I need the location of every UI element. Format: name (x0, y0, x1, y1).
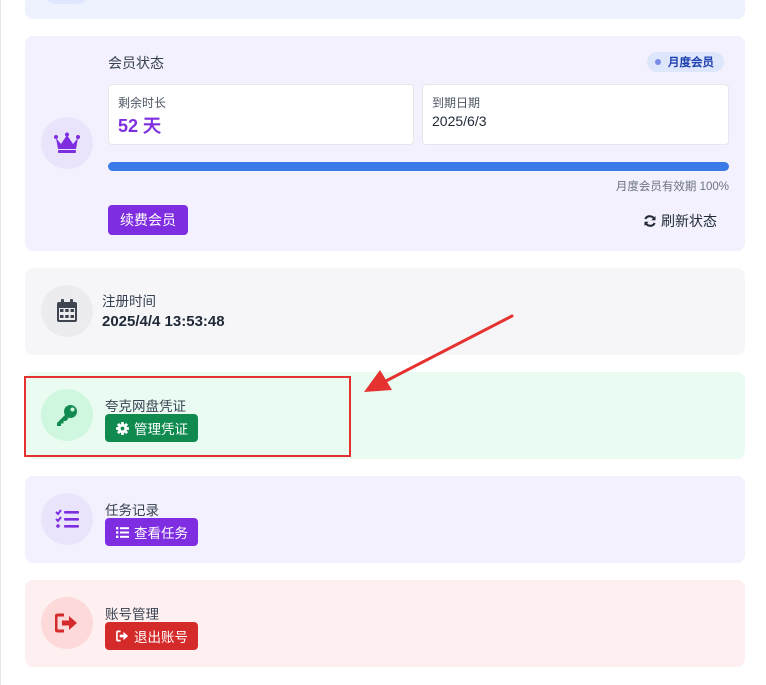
task-record-card: 任务记录 查看任务 (25, 476, 745, 563)
view-tasks-button[interactable]: 查看任务 (105, 518, 198, 546)
logout-button-icon (116, 630, 129, 642)
membership-badge: 月度会员 (647, 52, 724, 72)
view-tasks-label: 查看任务 (134, 526, 188, 541)
register-time-value: 2025/4/4 13:53:48 (102, 313, 225, 330)
page-edge (0, 0, 1, 685)
account-management-label: 账号管理 (105, 607, 159, 622)
renew-button-label: 续费会员 (120, 212, 176, 228)
remaining-time-label: 剩余时长 (118, 96, 167, 110)
refresh-button-label: 刷新状态 (661, 213, 717, 229)
calendar-icon-circle (41, 285, 93, 337)
membership-title: 会员状态 (108, 55, 164, 71)
logout-button[interactable]: 退出账号 (105, 622, 198, 650)
membership-card: 会员状态 月度会员 剩余时长 52 天 到期日期 2025/6/3 月度会员有效… (25, 36, 745, 251)
task-list-icon-circle (41, 493, 93, 545)
badge-dot (655, 59, 661, 65)
annotation-highlight-box (24, 376, 351, 457)
previous-card-icon-circle (43, 0, 91, 4)
membership-progress-fill (108, 162, 729, 171)
remaining-time-value: 52 天 (118, 116, 162, 136)
task-list-icon (55, 509, 79, 528)
account-management-card: 账号管理 退出账号 (25, 580, 745, 667)
task-record-label: 任务记录 (105, 503, 159, 518)
crown-icon (54, 132, 80, 153)
calendar-icon (57, 299, 77, 322)
expiry-date-label: 到期日期 (432, 96, 481, 110)
renew-membership-button[interactable]: 续费会员 (108, 205, 188, 235)
refresh-icon (644, 215, 656, 227)
logout-icon-circle (41, 597, 93, 649)
membership-progress-text: 月度会员有效期 100% (615, 181, 729, 193)
expiry-date-value: 2025/6/3 (432, 113, 487, 129)
crown-icon-circle (41, 117, 93, 169)
badge-label: 月度会员 (668, 57, 714, 69)
logout-label: 退出账号 (134, 630, 188, 645)
register-time-label: 注册时间 (102, 294, 156, 309)
previous-card (25, 0, 745, 19)
remaining-time-box: 剩余时长 52 天 (108, 84, 414, 145)
logout-icon (55, 613, 77, 633)
expiry-date-box: 到期日期 2025/6/3 (422, 84, 729, 145)
annotation-arrow (364, 314, 514, 392)
refresh-status-button[interactable]: 刷新状态 (643, 211, 717, 231)
membership-progress-bar (108, 162, 729, 171)
list-icon (116, 526, 129, 538)
